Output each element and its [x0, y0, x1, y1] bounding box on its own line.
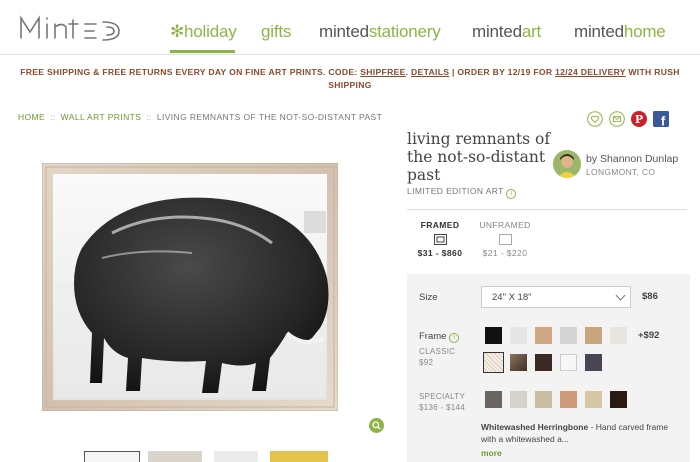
frame-swatch-charcoal[interactable]: [585, 354, 602, 371]
breadcrumb-wall-art[interactable]: WALL ART PRINTS: [61, 112, 142, 122]
tab-unframed[interactable]: UNFRAMED $21 - $220: [474, 220, 536, 258]
favorite-heart-icon[interactable]: [587, 111, 603, 127]
product-title: living remnants of the not-so-distant pa…: [407, 130, 551, 184]
nav-minted-home[interactable]: mintedhome: [574, 22, 666, 42]
size-label: Size: [419, 292, 438, 303]
frame-swatch-walnut[interactable]: [510, 354, 527, 371]
specialty-swatch-2[interactable]: [510, 391, 527, 408]
specialty-swatch-3[interactable]: [535, 391, 552, 408]
unframed-icon: [498, 234, 512, 245]
divider: [407, 209, 687, 210]
frame-swatch-silver[interactable]: [560, 327, 577, 344]
active-tab-indicator: [170, 50, 235, 53]
thumbnail-1[interactable]: [84, 451, 140, 462]
frame-swatch-whitewashed-herringbone-selected[interactable]: [483, 352, 504, 373]
tab-framed[interactable]: FRAMED $31 - $860: [410, 220, 470, 258]
info-icon[interactable]: i: [506, 189, 517, 199]
top-navigation: ✻holiday gifts mintedstationery mintedar…: [0, 0, 700, 55]
specialty-swatch-4[interactable]: [560, 391, 577, 408]
chevron-down-icon: [615, 290, 626, 301]
specialty-swatch-6[interactable]: [610, 391, 627, 408]
artist-avatar[interactable]: [553, 150, 581, 178]
nav-gifts[interactable]: gifts: [261, 22, 291, 42]
details-link[interactable]: DETAILS: [411, 67, 449, 77]
frame-swatch-black[interactable]: [485, 327, 502, 344]
thumbnail-2[interactable]: [148, 451, 202, 462]
frame-label: Frame i: [419, 331, 460, 343]
frame-swatch-oak[interactable]: [585, 327, 602, 344]
frame-info-icon[interactable]: i: [449, 333, 460, 343]
specialty-label: SPECIALTY $136 - $144: [419, 392, 466, 412]
promo-code-link[interactable]: SHIPFREE: [360, 67, 405, 77]
artist-name[interactable]: by Shannon Dunlap: [586, 153, 678, 165]
zoom-icon[interactable]: [369, 418, 384, 433]
pinterest-icon[interactable]: P: [631, 111, 647, 127]
nav-minted-stationery[interactable]: mintedstationery: [319, 22, 441, 42]
snowflake-icon: ✻: [170, 22, 185, 41]
artwork-image[interactable]: [41, 162, 339, 412]
size-price: $86: [642, 291, 658, 302]
nav-holiday[interactable]: ✻holiday: [170, 22, 237, 42]
facebook-icon[interactable]: f: [653, 111, 669, 127]
thumbnail-3[interactable]: [214, 451, 258, 462]
thumbnail-4[interactable]: [270, 451, 328, 462]
breadcrumb: HOME:: WALL ART PRINTS:: LIVING REMNANTS O…: [18, 112, 383, 122]
breadcrumb-home[interactable]: HOME: [18, 112, 45, 122]
email-icon[interactable]: [609, 111, 625, 127]
artist-location: LONGMONT, CO: [586, 167, 656, 177]
specialty-swatch-5[interactable]: [585, 391, 602, 408]
framed-icon: [433, 234, 447, 245]
options-panel: Size 24" X 18" $86 Frame i CLASSIC $92 +$…: [407, 274, 690, 462]
classic-label: CLASSIC $92: [419, 347, 456, 367]
minted-logo[interactable]: [18, 12, 123, 47]
breadcrumb-current: LIVING REMNANTS OF THE NOT-SO-DISTANT PA…: [156, 112, 383, 122]
frame-swatch-espresso[interactable]: [535, 354, 552, 371]
more-link[interactable]: more: [481, 448, 502, 458]
frame-price: +$92: [638, 330, 660, 341]
promo-banner: FREE SHIPPING & FREE RETURNS EVERY DAY O…: [20, 67, 680, 90]
edition-label: LIMITED EDITION ART i: [407, 186, 517, 199]
specialty-swatch-1[interactable]: [485, 391, 502, 408]
frame-swatch-white[interactable]: [510, 327, 527, 344]
delivery-link[interactable]: 12/24 DELIVERY: [555, 67, 626, 77]
frame-swatch-whitewash[interactable]: [610, 327, 627, 344]
svg-text:f: f: [661, 114, 666, 128]
frame-swatch-white-wood[interactable]: [560, 354, 577, 371]
frame-swatch-natural[interactable]: [535, 327, 552, 344]
frame-description: Whitewashed Herringbone - Hand carved fr…: [481, 422, 669, 444]
svg-text:P: P: [635, 113, 643, 126]
nav-minted-art[interactable]: mintedart: [472, 22, 541, 42]
size-select[interactable]: 24" X 18": [481, 286, 631, 308]
